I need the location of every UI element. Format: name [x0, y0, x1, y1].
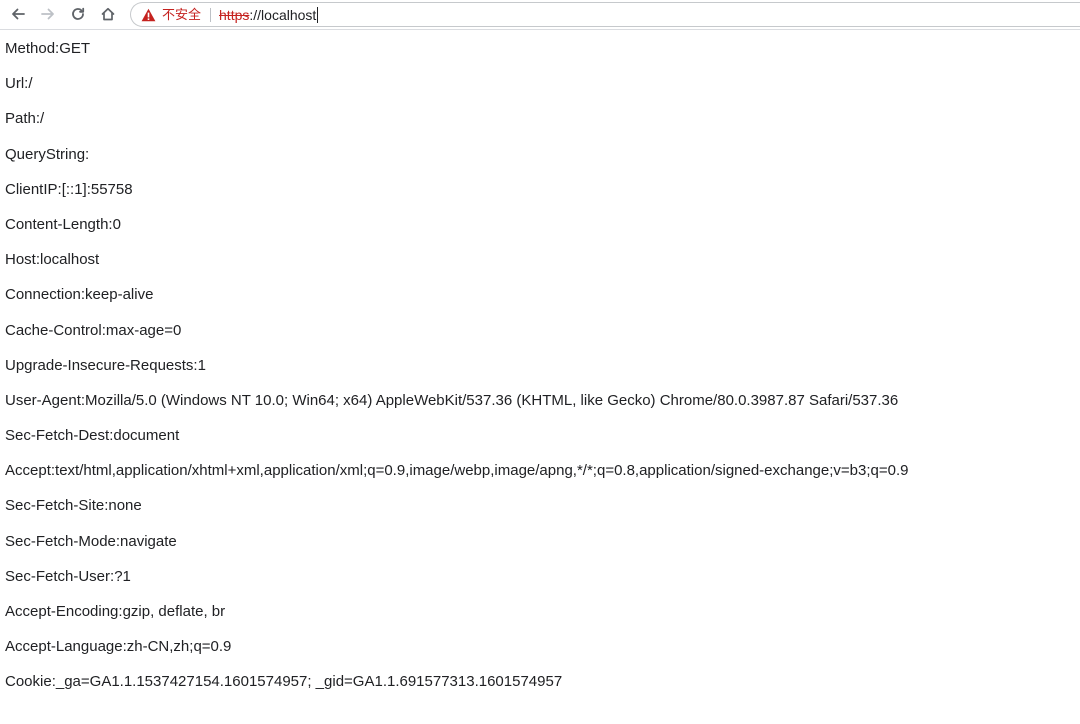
url-host: ://localhost	[249, 6, 317, 23]
request-info-line: Sec-Fetch-User:?1	[5, 567, 131, 585]
request-info-line: Accept-Encoding:gzip, deflate, br	[5, 603, 226, 620]
request-info-line: Host:localhost	[5, 251, 100, 269]
warning-triangle-icon[interactable]	[140, 7, 156, 23]
omnibox-separator	[210, 7, 212, 22]
forward-button[interactable]	[36, 3, 60, 25]
request-info-line: Cookie:_ga=GA1.1.1537427154.1601574957; …	[5, 673, 563, 691]
request-info-line: Sec-Fetch-Mode:navigate	[5, 532, 177, 550]
reload-button[interactable]	[66, 3, 90, 25]
reload-icon	[70, 6, 86, 22]
request-info-line: Cache-Control:max-age=0	[5, 321, 182, 339]
forward-arrow-icon	[40, 6, 56, 22]
request-info-line: Path:/	[5, 110, 45, 128]
url-scheme: https	[219, 6, 250, 23]
not-secure-label[interactable]: 不安全	[162, 7, 201, 23]
home-icon	[100, 6, 116, 22]
request-info-line: Sec-Fetch-Dest:document	[5, 427, 180, 445]
request-info-line: ClientIP:[::1]:55758	[5, 180, 133, 198]
request-info-line: Accept-Language:zh-CN,zh;q=0.9	[5, 638, 232, 656]
request-info-line: Connection:keep-alive	[5, 286, 154, 304]
request-info-line: Sec-Fetch-Site:none	[5, 497, 142, 515]
back-button[interactable]	[6, 3, 30, 25]
request-info-line: Url:/	[5, 75, 33, 93]
browser-toolbar: 不安全 https ://localhost	[0, 0, 1080, 30]
request-info-line: Method:GET	[5, 40, 91, 57]
back-arrow-icon	[10, 6, 26, 22]
request-info-line: Accept:text/html,application/xhtml+xml,a…	[5, 462, 909, 480]
request-info-line: Content-Length:0	[5, 215, 121, 233]
text-caret	[317, 6, 319, 23]
request-info-line: User-Agent:Mozilla/5.0 (Windows NT 10.0;…	[5, 391, 899, 409]
request-info-line: QueryString:	[5, 145, 90, 163]
home-button[interactable]	[96, 3, 120, 25]
request-info-line: Upgrade-Insecure-Requests:1	[5, 356, 206, 374]
address-bar[interactable]: 不安全 https ://localhost	[130, 2, 1080, 27]
page-content: Method:GET Url:/ Path:/ QueryString: ClientI…	[5, 39, 1075, 708]
